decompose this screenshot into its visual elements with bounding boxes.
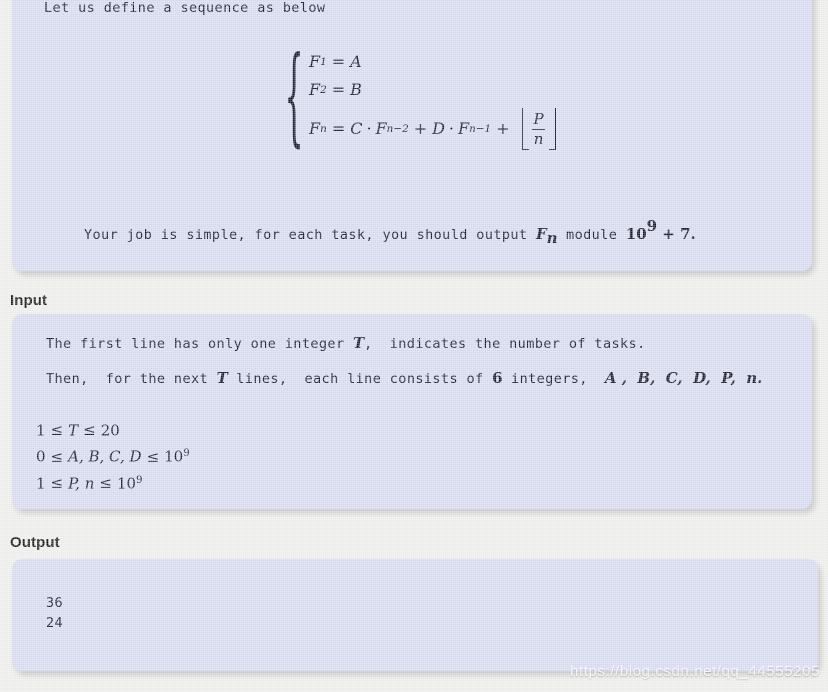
input-line-1-prefix: The first line has only one integer	[46, 336, 353, 352]
term1-subscript: n−2	[386, 123, 409, 135]
input-line-1-variable: T	[353, 334, 365, 352]
input-line-2: Then, for the next T lines, each line co…	[46, 369, 762, 387]
modulus-tail: + 7.	[657, 224, 696, 243]
constraint-upper-bound: 10	[164, 447, 184, 466]
input-section-heading: Input	[10, 292, 48, 309]
fraction: P n	[531, 109, 546, 148]
sequence-definition-formula: { F1 = A F2 = B Fn = C · Fn−2 + D · F n−…	[284, 46, 556, 152]
case-lhs: F	[309, 80, 321, 99]
constraint-row: 1 ≤ T ≤20	[36, 416, 190, 442]
input-line-2-middle: lines, each line consists of	[227, 371, 493, 387]
problem-statement-page: Let us define a sequence as below { F1 =…	[0, 0, 828, 692]
floor-bracket-right-icon	[548, 108, 556, 150]
input-variable-list: A , B, C, D, P, n.	[604, 369, 763, 387]
input-integer-count: 6	[492, 369, 503, 387]
plus-operator: +	[496, 119, 510, 138]
less-equal-icon: ≤	[50, 473, 64, 492]
constraint-lower-bound: 1	[36, 473, 46, 492]
term1-coefficient: C	[350, 119, 363, 138]
constraint-upper-exponent: 9	[183, 448, 190, 460]
closing-variable: F	[535, 224, 547, 243]
fraction-denominator: n	[531, 128, 546, 148]
plus-operator: +	[413, 119, 428, 138]
input-line-2-suffix: integers,	[502, 371, 605, 387]
constraint-upper-bound: 10	[116, 473, 137, 492]
multiplication-dot: ·	[448, 119, 455, 138]
modulus-exponent: 9	[646, 217, 658, 235]
constraints-list: 1 ≤ T ≤20 0 ≤ A, B, C, D ≤109 1 ≤ P, n ≤109	[36, 416, 190, 495]
cases-list: F1 = A F2 = B Fn = C · Fn−2 + D · F n−1 …	[309, 48, 556, 150]
closing-middle: module	[557, 226, 626, 243]
case-rhs: A	[350, 52, 362, 71]
constraint-upper-bound: 20	[100, 421, 120, 440]
statement-intro-text: Let us define a sequence as below	[44, 0, 326, 16]
input-line-2-prefix: Then, for the next	[46, 371, 217, 387]
constraint-row: 0 ≤ A, B, C, D ≤109	[36, 442, 190, 468]
watermark-url: https://blog.csdn.net/qq_44555205	[570, 663, 820, 680]
constraint-variables: A, B, C, D	[68, 447, 142, 466]
constraint-variables: P, n	[68, 473, 95, 492]
input-panel: The first line has only one integer T, i…	[12, 314, 812, 509]
statement-panel: Let us define a sequence as below { F1 =…	[12, 0, 812, 271]
constraint-variables: T	[68, 421, 79, 440]
closing-prefix: Your job is simple, for each task, you s…	[84, 226, 536, 243]
multiplication-dot: ·	[366, 119, 372, 138]
output-sample-line: 24	[46, 615, 64, 631]
modulus-base: 10	[625, 224, 647, 243]
case-equals: =	[331, 119, 346, 138]
input-line-1: The first line has only one integer T, i…	[46, 334, 646, 352]
term1-variable: F	[375, 119, 387, 138]
constraint-lower-bound: 0	[36, 447, 46, 466]
less-equal-icon: ≤	[50, 421, 64, 440]
case-equals: =	[331, 80, 346, 99]
term2-subscript: n−1	[469, 123, 492, 135]
less-equal-icon: ≤	[83, 421, 96, 440]
constraint-row: 1 ≤ P, n ≤109	[36, 469, 190, 495]
case-lhs-subscript: n	[320, 123, 327, 135]
less-equal-icon: ≤	[50, 447, 64, 466]
closing-variable-subscript: n	[546, 228, 558, 247]
constraint-lower-bound: 1	[36, 421, 46, 440]
less-equal-icon: ≤	[99, 473, 112, 492]
fraction-numerator: P	[533, 109, 544, 128]
cases-brace: {	[284, 37, 304, 161]
floor-bracket-left-icon	[521, 108, 529, 150]
case-row: F1 = A	[309, 48, 556, 76]
case-equals: =	[331, 52, 346, 71]
statement-closing-text: Your job is simple, for each task, you s…	[84, 217, 696, 247]
output-panel: 36 24	[12, 559, 818, 671]
term2-variable: F	[458, 119, 470, 138]
input-line-2-variable: T	[216, 369, 228, 387]
output-sample-line: 36	[46, 595, 64, 611]
case-lhs: F	[309, 119, 321, 138]
case-lhs: F	[309, 52, 321, 71]
output-section-heading: Output	[10, 534, 60, 551]
input-line-1-suffix: , indicates the number of tasks.	[364, 336, 646, 352]
case-rhs: B	[350, 80, 362, 99]
constraint-upper-exponent: 9	[136, 474, 143, 486]
term2-coefficient: D	[432, 119, 445, 138]
case-lhs-subscript: 1	[320, 56, 327, 68]
floor-fraction: P n	[521, 108, 556, 150]
case-row-recurrence: Fn = C · Fn−2 + D · Fn−1 + P n	[309, 108, 556, 150]
case-lhs-subscript: 2	[320, 84, 327, 96]
less-equal-icon: ≤	[146, 447, 160, 466]
case-row: F2 = B	[309, 76, 556, 104]
